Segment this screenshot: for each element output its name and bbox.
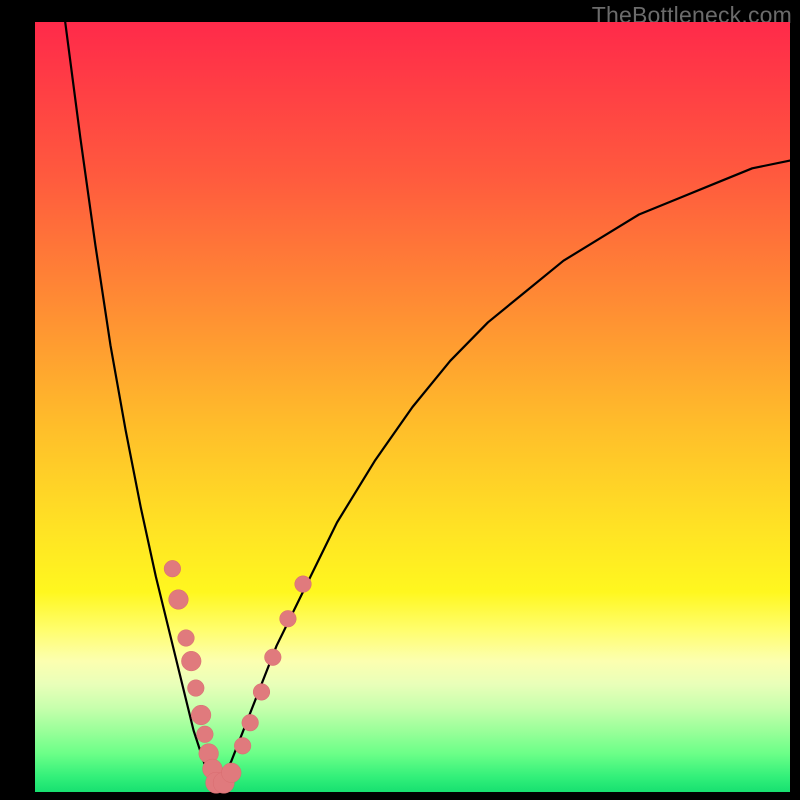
marker-point — [295, 576, 312, 593]
marker-point — [164, 560, 181, 577]
marker-point — [253, 684, 270, 701]
marker-point — [169, 590, 189, 610]
marker-point — [234, 738, 251, 755]
marker-point — [197, 726, 214, 743]
outer-frame: TheBottleneck.com — [0, 0, 800, 800]
data-markers — [164, 560, 311, 793]
marker-point — [221, 763, 241, 783]
chart-svg — [35, 22, 790, 792]
plot-area — [35, 22, 790, 792]
bottleneck-curve — [65, 22, 790, 792]
marker-point — [188, 680, 205, 697]
marker-point — [242, 714, 259, 731]
curve-left-branch — [65, 22, 216, 792]
marker-point — [178, 630, 195, 647]
marker-point — [181, 651, 201, 671]
marker-point — [280, 610, 297, 627]
marker-point — [191, 705, 211, 725]
curve-right-branch — [216, 161, 790, 792]
marker-point — [265, 649, 282, 666]
